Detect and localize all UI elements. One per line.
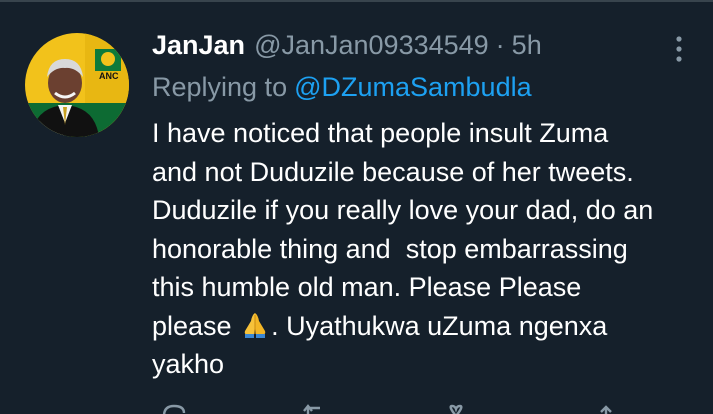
tweet-body: I have noticed that people insult Zuma a… <box>152 114 702 384</box>
user-handle[interactable]: @JanJan09334549 <box>254 30 489 61</box>
display-name[interactable]: JanJan <box>152 30 245 61</box>
replying-prefix: Replying to <box>152 72 288 102</box>
replying-to: Replying to @DZumaSambudla <box>152 72 532 103</box>
top-divider <box>0 0 713 2</box>
avatar-logo-text: ANC <box>99 71 119 81</box>
body-line: this humble old man. Please Please <box>152 272 582 302</box>
tweet-header: JanJan @JanJan09334549 · 5h <box>152 30 542 66</box>
retweet-icon[interactable] <box>302 400 330 414</box>
tweet-time[interactable]: 5h <box>512 30 542 61</box>
share-icon[interactable] <box>592 400 620 414</box>
body-line-with-emoji: please . Uyathukwa uZuma ngenxa <box>152 307 702 346</box>
body-text: please <box>152 310 232 341</box>
action-bar <box>152 400 672 414</box>
reply-target-link[interactable]: @DZumaSambudla <box>294 72 532 102</box>
reply-icon[interactable] <box>160 400 188 414</box>
tweet-card[interactable]: ANC JanJan @JanJan09334549 · 5h Replying… <box>0 0 713 414</box>
like-icon[interactable] <box>442 400 470 414</box>
body-text: . Uyathukwa uZuma ngenxa <box>271 310 608 341</box>
body-line: I have noticed that people insult Zuma <box>152 118 609 148</box>
avatar-image: ANC <box>25 33 129 137</box>
avatar[interactable]: ANC <box>25 33 129 137</box>
body-line: and not Duduzile because of her tweets. <box>152 156 634 187</box>
folded-hands-icon <box>240 309 270 339</box>
body-line: yakho <box>152 349 225 379</box>
more-vertical-icon[interactable] <box>668 34 690 64</box>
body-line: Duduzile if you really love your dad, do… <box>152 195 654 225</box>
separator-dot: · <box>495 30 505 60</box>
body-line: honorable thing and stop embarrassing <box>152 233 628 264</box>
